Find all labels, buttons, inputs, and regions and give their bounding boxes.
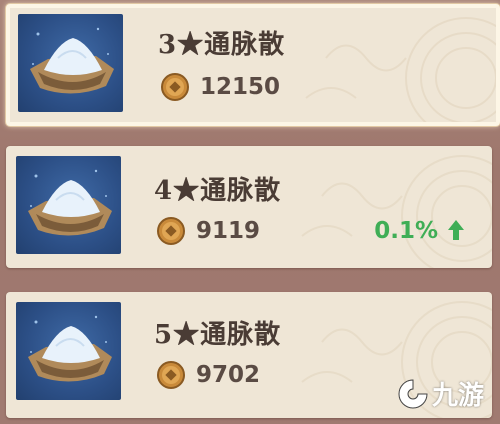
item-image [16,156,121,254]
coin-icon [161,73,189,101]
cloud-pattern-decoration [301,155,492,268]
coin-icon [157,217,185,245]
item-name: 4★通脉散 [154,176,282,206]
item-name: 5★通脉散 [154,320,282,350]
watermark: 九游 [396,375,484,412]
item-price: 12150 [200,74,281,100]
item-card-3star[interactable]: 3★通脉散 12150 [6,4,500,126]
coin-icon [157,361,185,389]
item-image [16,302,121,400]
watermark-text: 九游 [431,381,484,411]
jiuyou-logo-icon [398,378,428,408]
item-price: 9119 [196,218,261,244]
price-change: 0.1% [374,218,438,244]
powder-bowl-icon [28,169,112,236]
cloud-pattern-decoration [305,17,496,122]
item-card-5star[interactable]: 5★通脉散 9702 九游 [6,292,492,418]
item-card-4star[interactable]: 4★通脉散 9119 0.1% [6,146,492,268]
item-name: 3★通脉散 [158,30,286,60]
item-price: 9702 [196,362,261,388]
powder-bowl-icon [30,27,114,94]
up-arrow-icon [448,220,464,240]
powder-bowl-icon [28,315,112,382]
item-image [18,14,123,112]
